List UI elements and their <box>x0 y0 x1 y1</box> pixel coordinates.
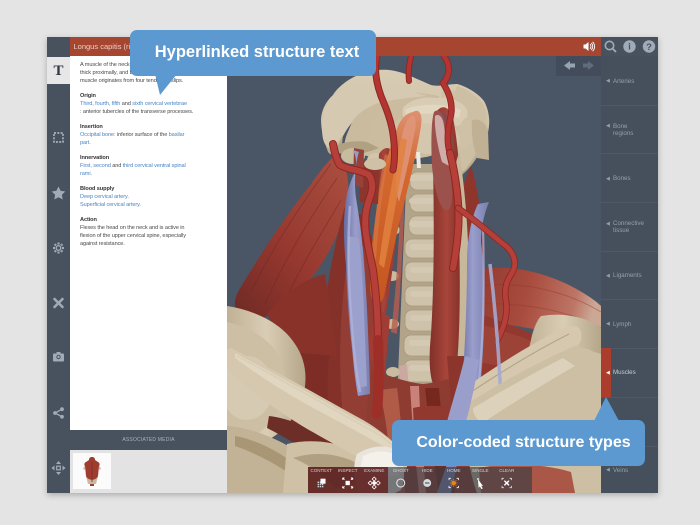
svg-text:i: i <box>628 42 631 52</box>
svg-text:?: ? <box>646 42 652 53</box>
